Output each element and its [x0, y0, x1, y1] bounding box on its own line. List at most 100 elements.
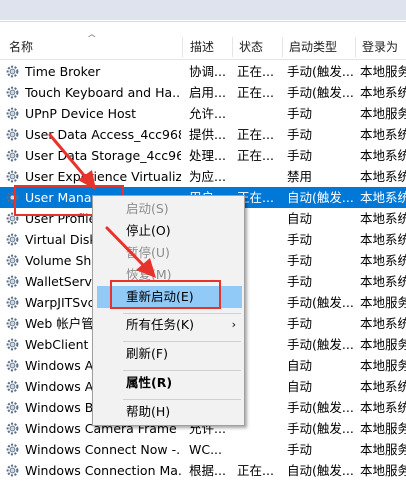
gear-icon [5, 64, 20, 79]
sort-up-icon: ^ [86, 34, 98, 44]
service-login: 本地系统 [360, 148, 406, 163]
service-desc: 处理... [189, 148, 226, 163]
service-startup: 手动(触发... [287, 64, 354, 79]
service-desc: 根据... [189, 463, 226, 478]
service-startup: 手动 [287, 442, 313, 457]
service-startup: 手动(触发... [287, 295, 354, 310]
gear-icon [5, 379, 20, 394]
column-separator[interactable] [355, 37, 356, 57]
top-strip [0, 0, 406, 20]
service-login: 本地系统 [360, 169, 406, 184]
service-startup: 手动 [287, 232, 313, 247]
service-login: 本地系统 [360, 211, 406, 226]
service-startup: 手动(触发... [287, 85, 354, 100]
gear-icon [5, 148, 20, 163]
service-startup: 手动(触发... [287, 400, 354, 415]
menu-resume[interactable]: 恢复(M) [93, 264, 244, 286]
gear-icon [5, 211, 20, 226]
column-separator[interactable] [232, 37, 233, 57]
gear-icon [5, 295, 20, 310]
service-desc: 为应... [189, 169, 226, 184]
service-startup: 自动 [287, 211, 313, 226]
gear-icon [5, 253, 20, 268]
service-login: 本地系统 [360, 85, 406, 100]
menu-properties[interactable]: 属性(R) [93, 372, 244, 394]
column-login[interactable]: 登录为 [358, 34, 406, 60]
menu-refresh[interactable]: 刷新(F) [93, 343, 244, 365]
service-startup: 禁用 [287, 169, 313, 184]
service-desc: 启用... [189, 85, 226, 100]
menu-help[interactable]: 帮助(H) [93, 401, 244, 423]
service-login: 本地服务 [360, 463, 406, 478]
gear-icon [5, 463, 20, 478]
gear-icon [5, 337, 20, 352]
service-startup: 手动(触发... [287, 337, 354, 352]
gear-icon [5, 316, 20, 331]
column-separator[interactable] [182, 37, 183, 57]
column-desc[interactable]: 描述 [186, 34, 232, 60]
table-row[interactable]: User Data Storage_4cc96... 处理... 正在... 手动 本地… [0, 145, 406, 166]
service-desc: 协调... [189, 64, 226, 79]
service-status: 正在... [237, 148, 274, 163]
gear-icon [5, 190, 20, 205]
service-login: 本地服务 [360, 106, 406, 121]
menu-all-tasks[interactable]: 所有任务(K) › [93, 314, 244, 336]
gear-icon [5, 85, 20, 100]
service-startup: 手动 [287, 253, 313, 268]
service-status [237, 439, 281, 460]
service-startup: 手动 [287, 316, 313, 331]
menu-separator [123, 370, 241, 371]
table-row[interactable]: Windows Connection Ma... 根据... 正在... 自动(触发.… [0, 460, 406, 481]
service-desc: 提供... [189, 127, 226, 142]
service-startup: 自动(触发... [287, 190, 354, 205]
service-name: Windows Connection Ma... [25, 463, 181, 478]
service-startup: 手动(触发... [287, 421, 354, 436]
service-status: 正在... [237, 463, 274, 478]
service-name: User Data Access_4cc9689 [25, 127, 181, 142]
gear-icon [5, 169, 20, 184]
column-header: 名称 描述 状态 启动类型 登录为 [0, 34, 406, 60]
context-menu: 启动(S) 停止(O) 暂停(U) 恢复(M) 重新启动(E) 所有任务(K) … [92, 195, 245, 426]
top-bar [0, 0, 406, 22]
table-row[interactable]: User Experience Virtualiz... 为应... 禁用 本地系统 [0, 166, 406, 187]
table-row[interactable]: Time Broker 协调... 正在... 手动(触发... 本地服务 [0, 61, 406, 82]
table-row[interactable]: Windows Connect Now -... WC... 手动 本地服务 [0, 439, 406, 460]
menu-all-tasks-label: 所有任务(K) [126, 317, 194, 332]
service-startup: 手动 [287, 148, 313, 163]
table-row[interactable]: UPnP Device Host 允许... 手动 本地服务 [0, 103, 406, 124]
service-name: Time Broker [25, 64, 101, 79]
service-login: 本地服务 [360, 64, 406, 79]
menu-start[interactable]: 启动(S) [93, 198, 244, 220]
gear-icon [5, 400, 20, 415]
column-status[interactable]: 状态 [235, 34, 283, 60]
gear-icon [5, 274, 20, 289]
gear-icon [5, 442, 20, 457]
service-login: 本地系统 [360, 316, 406, 331]
service-name: User Experience Virtualiz... [25, 169, 181, 184]
service-login: 本地系统 [360, 232, 406, 247]
service-desc: WC... [189, 442, 223, 457]
service-login: 本地服务 [360, 337, 406, 352]
menu-pause[interactable]: 暂停(U) [93, 242, 244, 264]
service-login: 本地系统 [360, 379, 406, 394]
gear-icon [5, 232, 20, 247]
table-row[interactable]: User Data Access_4cc9689 提供... 正在... 手动 本地系统 [0, 124, 406, 145]
service-login: 本地系统 [360, 400, 406, 415]
table-row[interactable]: Touch Keyboard and Ha... 启用... 正在... 手动(触发.… [0, 82, 406, 103]
service-login: 本地系统 [360, 127, 406, 142]
service-desc: 允许... [189, 106, 226, 121]
service-status: 正在... [237, 64, 274, 79]
menu-restart[interactable]: 重新启动(E) [97, 286, 242, 308]
service-login: 本地服务 [360, 295, 406, 310]
service-status: 正在... [237, 85, 274, 100]
gear-icon [5, 106, 20, 121]
service-status: 正在... [237, 127, 274, 142]
service-login: 本地系统 [360, 253, 406, 268]
service-name: Touch Keyboard and Ha... [25, 85, 181, 100]
menu-stop[interactable]: 停止(O) [93, 220, 244, 242]
service-startup: 自动 [287, 358, 313, 373]
gear-icon [5, 358, 20, 373]
service-name: Windows Connect Now -... [25, 442, 181, 457]
column-separator[interactable] [282, 37, 283, 57]
column-startup[interactable]: 启动类型 [285, 34, 355, 60]
